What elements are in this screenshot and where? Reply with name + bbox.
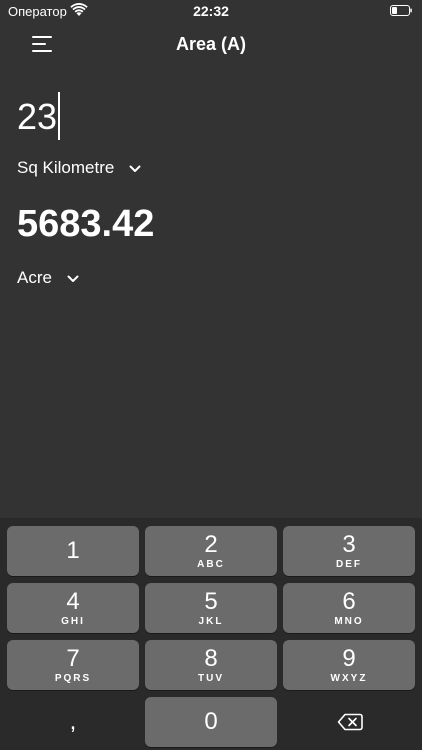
key-9[interactable]: 9 WXYZ <box>283 640 415 690</box>
key-4[interactable]: 4 GHI <box>7 583 139 633</box>
clock: 22:32 <box>193 3 229 19</box>
key-comma[interactable]: , <box>7 697 139 747</box>
to-unit-selector[interactable]: Acre <box>17 268 79 288</box>
nav-bar: Area (A) <box>0 26 422 62</box>
key-7[interactable]: 7 PQRS <box>7 640 139 690</box>
input-field[interactable]: 23 <box>17 92 61 142</box>
numeric-keypad: 1 2 ABC 3 DEF 4 GHI 5 JKL 6 MNO 7 PQRS 8… <box>0 518 422 750</box>
battery-icon <box>390 5 412 16</box>
chevron-down-icon <box>129 165 141 172</box>
input-value: 23 <box>17 96 58 137</box>
key-3[interactable]: 3 DEF <box>283 526 415 576</box>
page-title: Area (A) <box>175 34 246 54</box>
backspace-icon <box>337 713 363 731</box>
backspace-button[interactable] <box>283 697 415 747</box>
result-value: 5683.42 <box>17 203 155 245</box>
chevron-down-icon <box>67 275 79 282</box>
to-unit-label: Acre <box>17 268 52 287</box>
key-1[interactable]: 1 <box>7 526 139 576</box>
from-unit-selector[interactable]: Sq Kilometre <box>17 158 141 178</box>
key-6[interactable]: 6 MNO <box>283 583 415 633</box>
status-bar: Оператор 22:32 <box>0 0 422 22</box>
text-caret <box>58 92 61 140</box>
from-unit-label: Sq Kilometre <box>17 158 115 177</box>
key-8[interactable]: 8 TUV <box>145 640 277 690</box>
key-2[interactable]: 2 ABC <box>145 526 277 576</box>
key-5[interactable]: 5 JKL <box>145 583 277 633</box>
key-0[interactable]: 0 <box>145 697 277 747</box>
